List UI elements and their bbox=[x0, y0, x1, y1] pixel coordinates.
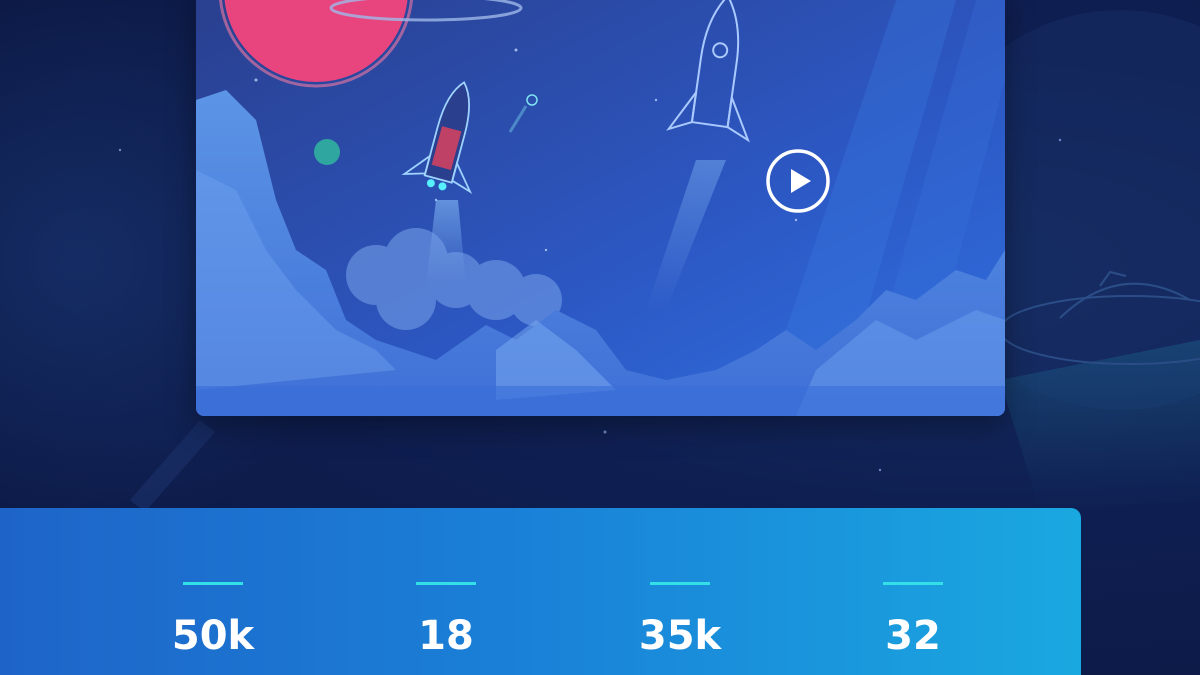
play-icon bbox=[791, 169, 811, 193]
stat-value: 35k bbox=[638, 613, 722, 659]
stat-divider-line bbox=[883, 582, 943, 585]
page: 50k 18 35k 32 bbox=[0, 0, 1200, 675]
space-illustration bbox=[196, 0, 1005, 416]
play-button[interactable] bbox=[765, 148, 831, 214]
stat-value: 50k bbox=[171, 613, 255, 659]
stats-panel: 50k 18 35k 32 bbox=[0, 508, 1081, 675]
stat-divider-line bbox=[183, 582, 243, 585]
video-thumbnail[interactable] bbox=[196, 0, 1005, 416]
stat-value: 32 bbox=[885, 613, 941, 659]
stat-divider-line bbox=[650, 582, 710, 585]
stat-value: 18 bbox=[418, 613, 474, 659]
stat-divider-line bbox=[416, 582, 476, 585]
